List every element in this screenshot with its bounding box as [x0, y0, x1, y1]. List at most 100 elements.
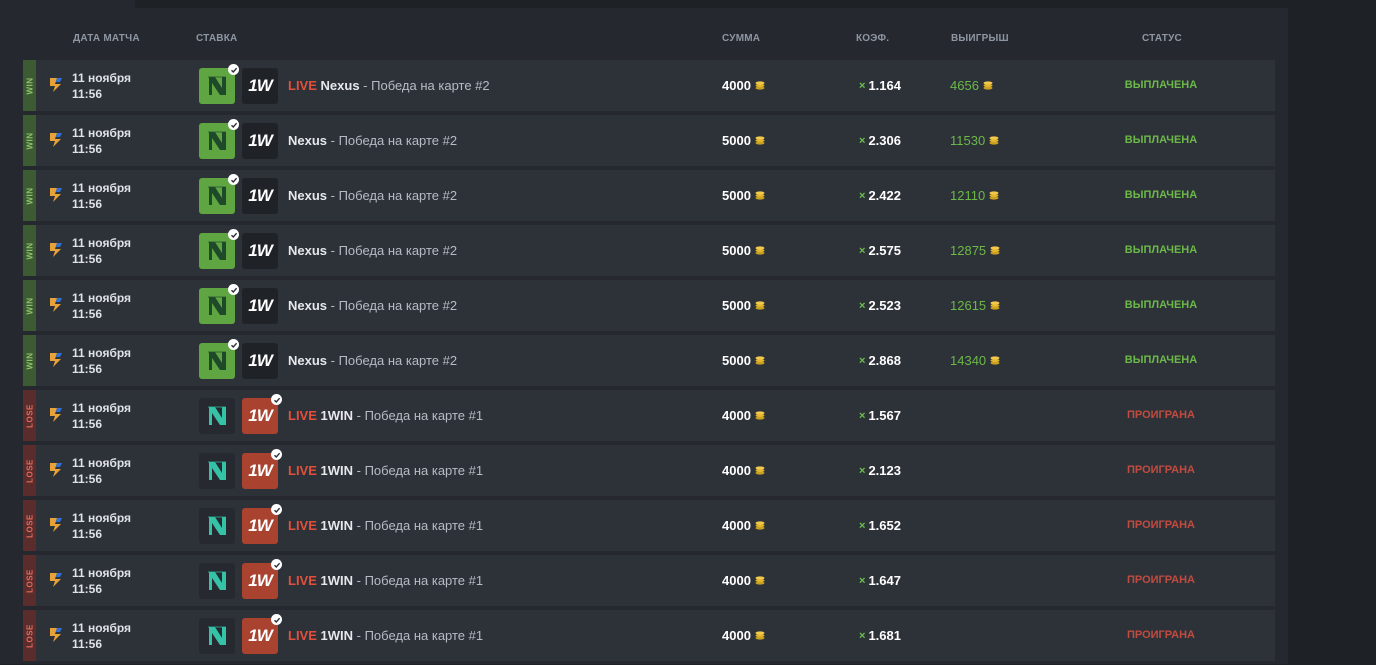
bet-row[interactable]: LOSE 11 ноября 11:56 1W LIVE 1WIN - Победа н…	[23, 555, 1275, 606]
bet-market: - Победа на карте #1	[353, 628, 484, 643]
team2-logo[interactable]: 1W	[242, 288, 278, 324]
bet-payout: 11530	[950, 133, 999, 148]
cs-game-icon	[50, 78, 62, 92]
1win-logo-icon: 1W	[248, 296, 273, 315]
check-icon	[230, 232, 237, 238]
team1-logo[interactable]	[199, 229, 239, 269]
team1-logo[interactable]	[199, 174, 239, 214]
bet-description: LIVE 1WIN - Победа на карте #1	[288, 518, 483, 533]
game-icon-wrap	[47, 76, 65, 94]
bet-row[interactable]: WIN 11 ноября 11:56 1W LIVE Nexus - Победа н…	[23, 60, 1275, 111]
team1-logo[interactable]	[199, 119, 239, 159]
nexus-logo-icon	[208, 406, 226, 425]
bet-status: ВЫПЛАЧЕНА	[1124, 79, 1198, 91]
bet-row[interactable]: LOSE 11 ноября 11:56 1W LIVE 1WIN - Победа н…	[23, 390, 1275, 441]
team1-logo[interactable]	[199, 284, 239, 324]
1win-logo-icon: 1W	[248, 241, 273, 260]
match-date: 11 ноября 11:56	[72, 400, 131, 432]
coin-icon	[983, 81, 993, 90]
bet-status: ВЫПЛАЧЕНА	[1124, 189, 1198, 201]
bet-description: Nexus - Победа на карте #2	[288, 353, 457, 368]
bet-row[interactable]: WIN 11 ноября 11:56 1W Nexus - Победа на кар…	[23, 170, 1275, 221]
bet-payout-value: 14340	[950, 353, 987, 368]
match-date: 11 ноября 11:56	[72, 620, 131, 652]
check-icon	[273, 397, 280, 403]
bet-description: LIVE 1WIN - Победа на карте #1	[288, 408, 483, 423]
coin-icon	[755, 466, 765, 475]
team2-logo[interactable]: 1W	[242, 449, 282, 489]
match-date-time: 11:56	[72, 637, 103, 651]
bet-market: - Победа на карте #1	[353, 463, 484, 478]
result-label: LOSE	[25, 623, 34, 648]
bet-amount: 4000	[722, 628, 765, 643]
team2-logo[interactable]: 1W	[242, 394, 282, 434]
team1-logo[interactable]	[199, 508, 235, 544]
bet-coef: × 2.523	[859, 298, 901, 313]
selected-check	[228, 119, 239, 130]
cs-game-icon	[50, 353, 62, 367]
match-date: 11 ноября 11:56	[72, 70, 131, 102]
team1-logo[interactable]	[199, 64, 239, 104]
bet-amount: 4000	[722, 463, 765, 478]
bet-coef: × 1.567	[859, 408, 901, 423]
bet-market: - Победа на карте #1	[353, 573, 484, 588]
bet-status: ПРОИГРАНА	[1127, 574, 1195, 586]
game-icon-wrap	[47, 131, 65, 149]
bet-amount: 4000	[722, 573, 765, 588]
bet-coef: × 2.306	[859, 133, 901, 148]
team2-logo[interactable]: 1W	[242, 123, 278, 159]
bet-amount-value: 5000	[722, 243, 751, 258]
coin-icon	[755, 356, 765, 365]
bet-row[interactable]: WIN 11 ноября 11:56 1W Nexus - Победа на кар…	[23, 335, 1275, 386]
bet-row[interactable]: WIN 11 ноября 11:56 1W Nexus - Победа на кар…	[23, 225, 1275, 276]
match-date: 11 ноября 11:56	[72, 235, 131, 267]
bet-coef-value: 2.422	[868, 188, 901, 203]
coef-prefix: ×	[859, 574, 866, 587]
bet-amount-value: 5000	[722, 353, 751, 368]
match-date-day: 11 ноября	[72, 456, 132, 470]
cs-game-icon	[50, 573, 62, 587]
team2-logo[interactable]: 1W	[242, 233, 278, 269]
coin-icon	[990, 301, 1000, 310]
team2-logo[interactable]: 1W	[242, 68, 278, 104]
team2-logo[interactable]: 1W	[242, 343, 278, 379]
bet-coef: × 2.422	[859, 188, 901, 203]
1win-logo-icon: 1W	[248, 351, 273, 370]
bet-coef-value: 2.523	[868, 298, 901, 313]
bet-amount: 5000	[722, 243, 765, 258]
cs-game-icon	[50, 188, 62, 202]
selected-check	[228, 174, 239, 185]
bet-row[interactable]: LOSE 11 ноября 11:56 1W LIVE 1WIN - Победа н…	[23, 610, 1275, 661]
header-payout: ВЫИГРЫШ	[951, 33, 1009, 44]
bet-row[interactable]: WIN 11 ноября 11:56 1W Nexus - Победа на кар…	[23, 280, 1275, 331]
team1-logo[interactable]	[199, 398, 235, 434]
check-icon	[230, 342, 237, 348]
bet-amount-value: 5000	[722, 188, 751, 203]
bet-coef-value: 2.123	[868, 463, 901, 478]
cs-game-icon	[50, 408, 62, 422]
coin-icon	[990, 246, 1000, 255]
bet-row[interactable]: WIN 11 ноября 11:56 1W Nexus - Победа на кар…	[23, 115, 1275, 166]
team1-logo[interactable]	[199, 563, 235, 599]
bet-coef-value: 1.681	[868, 628, 901, 643]
selected-check	[228, 229, 239, 240]
bet-coef-value: 2.575	[868, 243, 901, 258]
team2-logo[interactable]: 1W	[242, 559, 282, 599]
team1-logo[interactable]	[199, 339, 239, 379]
bet-row[interactable]: LOSE 11 ноября 11:56 1W LIVE 1WIN - Победа н…	[23, 500, 1275, 551]
live-label: LIVE	[288, 573, 317, 588]
team1-logo[interactable]	[199, 618, 235, 654]
coin-icon	[755, 191, 765, 200]
bet-status: ВЫПЛАЧЕНА	[1124, 299, 1198, 311]
bet-amount-value: 4000	[722, 408, 751, 423]
bet-amount: 4000	[722, 408, 765, 423]
bet-row[interactable]: LOSE 11 ноября 11:56 1W LIVE 1WIN - Победа н…	[23, 445, 1275, 496]
team2-logo[interactable]: 1W	[242, 504, 282, 544]
team2-logo[interactable]: 1W	[242, 178, 278, 214]
result-badge: WIN	[23, 280, 36, 331]
check-icon	[273, 617, 280, 623]
team2-logo[interactable]: 1W	[242, 614, 282, 654]
live-label: LIVE	[288, 408, 317, 423]
team1-logo[interactable]	[199, 453, 235, 489]
bet-coef-value: 2.306	[868, 133, 901, 148]
